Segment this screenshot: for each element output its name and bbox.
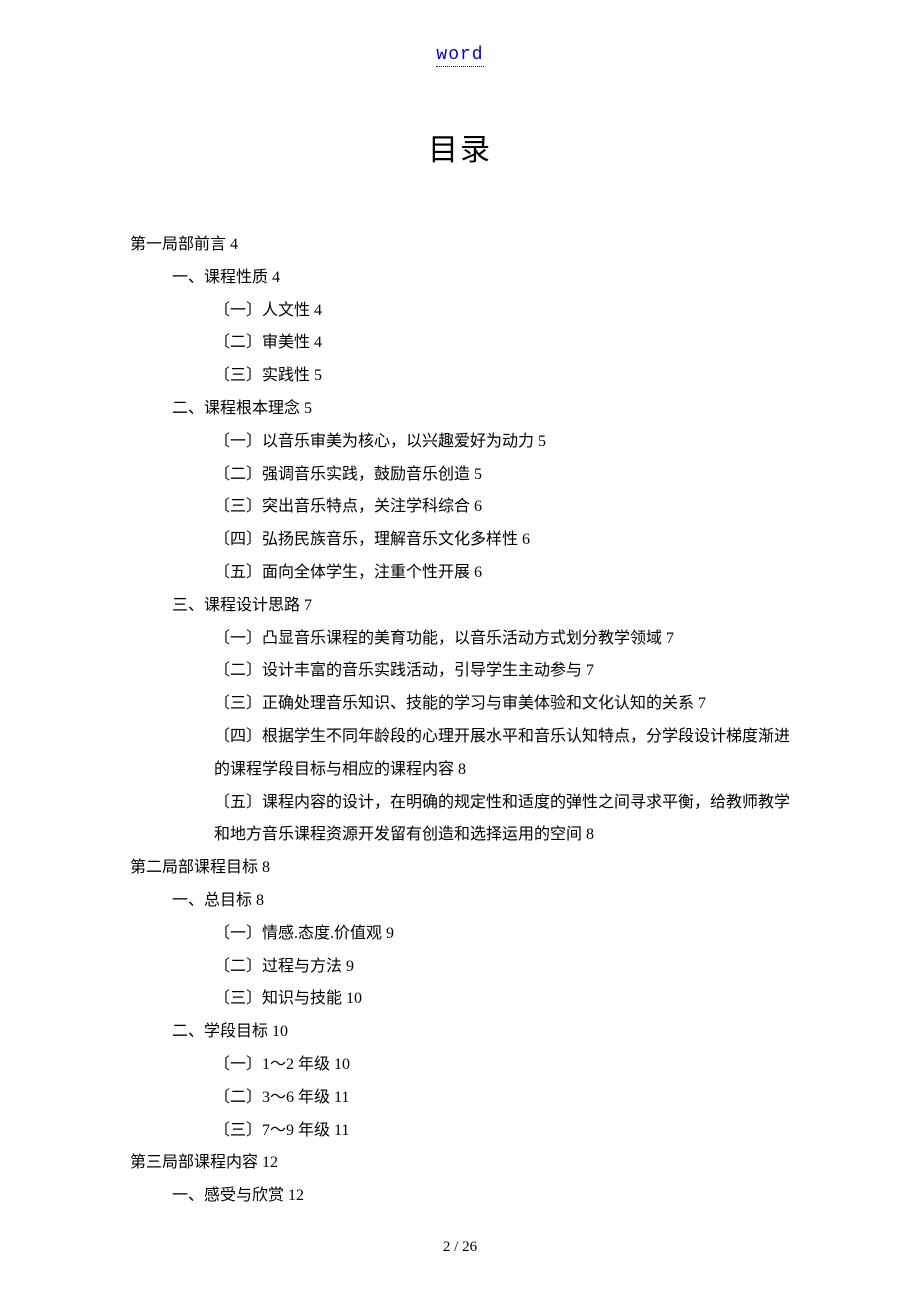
toc-entry: 〔五〕课程内容的设计，在明确的规定性和适度的弹性之间寻求平衡，给教师教学和地方音…	[130, 787, 790, 853]
header-link[interactable]: word	[130, 45, 790, 65]
toc-entry: 一、感受与欣赏 12	[130, 1180, 790, 1213]
toc-entry: 〔三〕7～9 年级 11	[130, 1115, 790, 1148]
toc-entry: 〔三〕实践性 5	[130, 360, 790, 393]
toc-entry: 二、学段目标 10	[130, 1016, 790, 1049]
page-number: 2 / 26	[0, 1239, 920, 1256]
toc-entry: 〔二〕3～6 年级 11	[130, 1082, 790, 1115]
toc-entry: 〔四〕弘扬民族音乐，理解音乐文化多样性 6	[130, 524, 790, 557]
toc-entry: 〔三〕正确处理音乐知识、技能的学习与审美体验和文化认知的关系 7	[130, 688, 790, 721]
toc-entry: 〔二〕设计丰富的音乐实践活动，引导学生主动参与 7	[130, 655, 790, 688]
toc-entry: 第二局部课程目标 8	[130, 852, 790, 885]
toc-entry: 〔二〕强调音乐实践，鼓励音乐创造 5	[130, 459, 790, 492]
toc-entry: 第一局部前言 4	[130, 229, 790, 262]
toc-entry: 〔二〕过程与方法 9	[130, 951, 790, 984]
toc-entry: 〔五〕面向全体学生，注重个性开展 6	[130, 557, 790, 590]
toc-entry: 二、课程根本理念 5	[130, 393, 790, 426]
toc-entry: 三、课程设计思路 7	[130, 590, 790, 623]
toc-entry: 〔四〕根据学生不同年龄段的心理开展水平和音乐认知特点，分学段设计梯度渐进的课程学…	[130, 721, 790, 787]
table-of-contents: 第一局部前言 4 一、课程性质 4 〔一〕人文性 4 〔二〕审美性 4 〔三〕实…	[130, 229, 790, 1213]
toc-entry: 〔一〕情感.态度.价值观 9	[130, 918, 790, 951]
toc-entry: 〔一〕凸显音乐课程的美育功能，以音乐活动方式划分教学领域 7	[130, 623, 790, 656]
toc-entry: 〔一〕人文性 4	[130, 295, 790, 328]
toc-entry: 一、总目标 8	[130, 885, 790, 918]
toc-entry: 〔一〕以音乐审美为核心，以兴趣爱好为动力 5	[130, 426, 790, 459]
toc-entry: 〔三〕突出音乐特点，关注学科综合 6	[130, 491, 790, 524]
toc-entry: 〔一〕1～2 年级 10	[130, 1049, 790, 1082]
page-title: 目录	[130, 125, 790, 169]
toc-entry: 一、课程性质 4	[130, 262, 790, 295]
toc-entry: 第三局部课程内容 12	[130, 1147, 790, 1180]
toc-entry: 〔三〕知识与技能 10	[130, 983, 790, 1016]
header-link-text: word	[436, 45, 483, 67]
toc-entry: 〔二〕审美性 4	[130, 327, 790, 360]
